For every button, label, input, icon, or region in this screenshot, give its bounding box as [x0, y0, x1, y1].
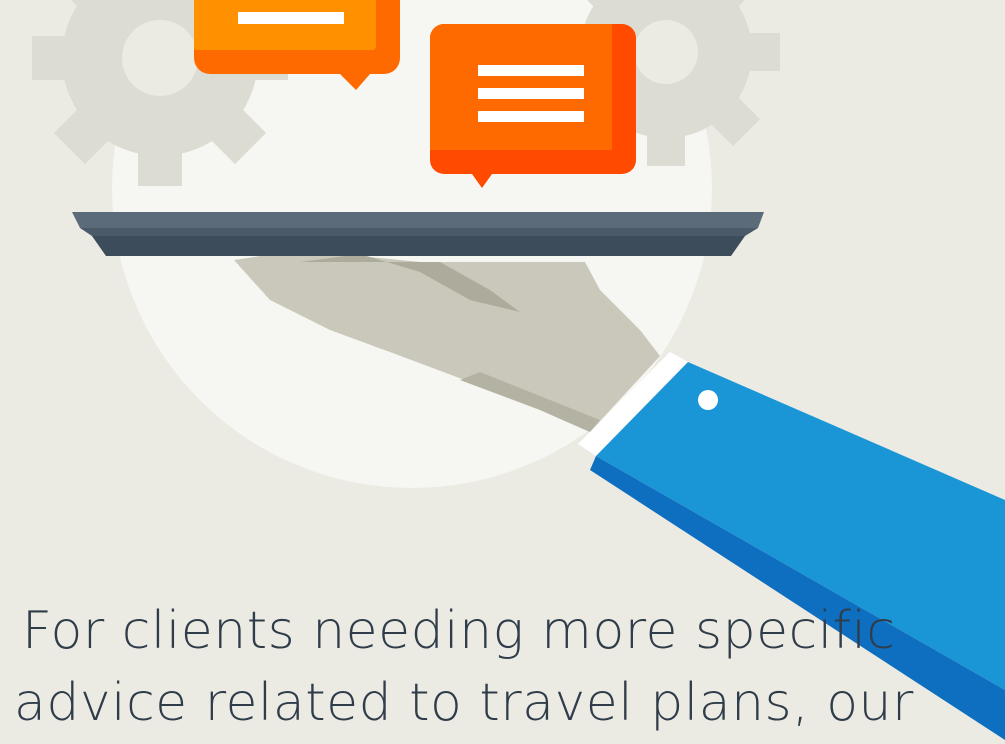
caption-line-1: For clients needing more specific	[22, 601, 896, 661]
serving-tray	[72, 212, 764, 256]
caption-line-2: advice related to travel plans, our	[14, 673, 914, 733]
chat-bubble-icon-right	[430, 24, 636, 188]
caption-text: For clients needing more specific advice…	[0, 595, 914, 739]
cufflink	[698, 390, 718, 410]
